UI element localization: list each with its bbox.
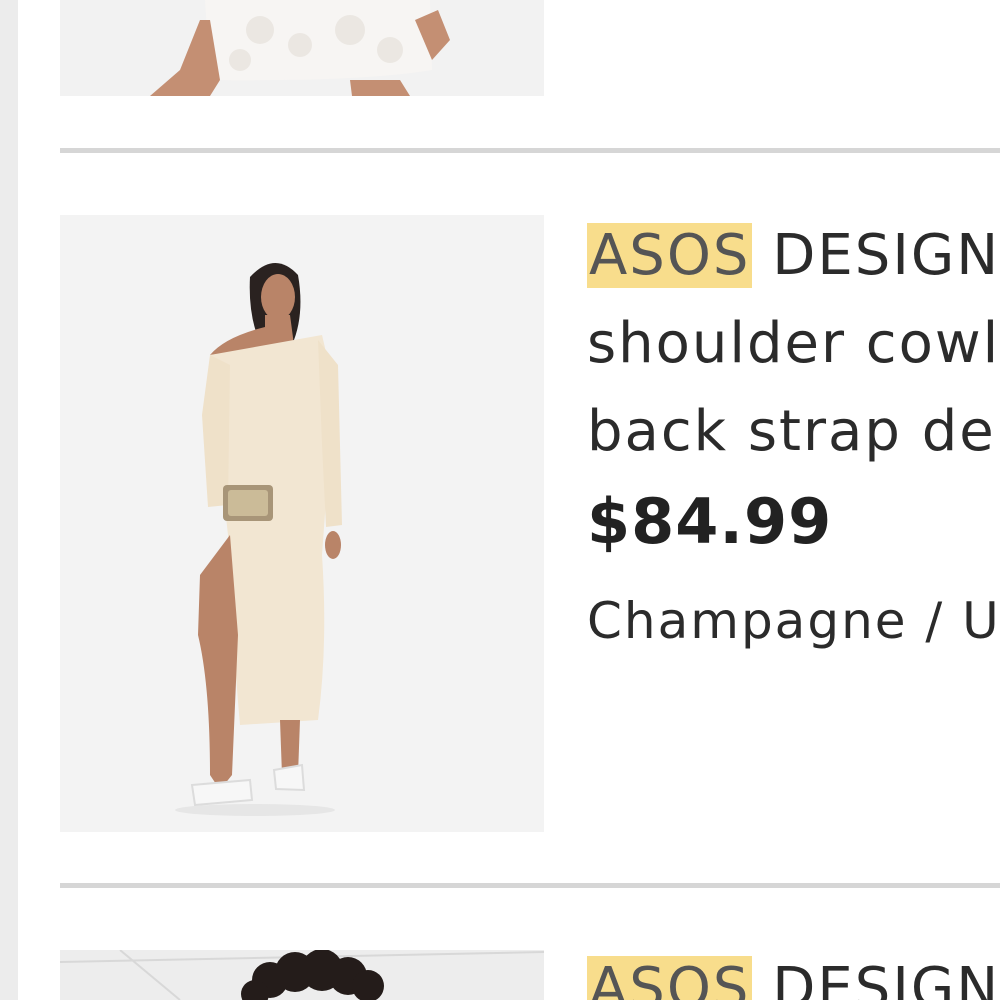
brand-name-highlight: ASOS — [587, 956, 753, 1000]
product-title-text: DESIGN — [772, 956, 1000, 1000]
product-title-line-1[interactable]: ASOS DESIGN — [587, 212, 1000, 300]
product-title-line-3[interactable]: back strap de — [587, 388, 1000, 476]
product-title-text: DESIGN — [772, 223, 1000, 288]
product-image-cowl-dress[interactable] — [60, 215, 544, 832]
product-list-page: ASOS DESIGN shoulder cowl back strap de … — [0, 0, 1000, 1000]
product-image-sequin-dress[interactable] — [60, 0, 544, 96]
list-divider — [60, 883, 1000, 888]
product-details[interactable]: ASOS DESIGN shoulder cowl back strap de … — [587, 212, 1000, 722]
left-scroll-rail — [0, 0, 18, 1000]
brand-name-highlight: ASOS — [587, 223, 753, 288]
product-details[interactable]: ASOS DESIGN — [587, 945, 1000, 1000]
product-photo — [60, 215, 544, 832]
list-divider — [60, 148, 1000, 153]
product-image-curly-hair-model[interactable] — [60, 950, 544, 1000]
product-photo — [60, 950, 544, 1000]
product-price: $84.99 — [587, 485, 833, 558]
product-title-line-2[interactable]: shoulder cowl — [587, 300, 1000, 388]
product-variant: Champagne / U — [587, 592, 1000, 650]
product-title-line-1[interactable]: ASOS DESIGN — [587, 945, 1000, 1000]
product-photo — [60, 0, 544, 96]
